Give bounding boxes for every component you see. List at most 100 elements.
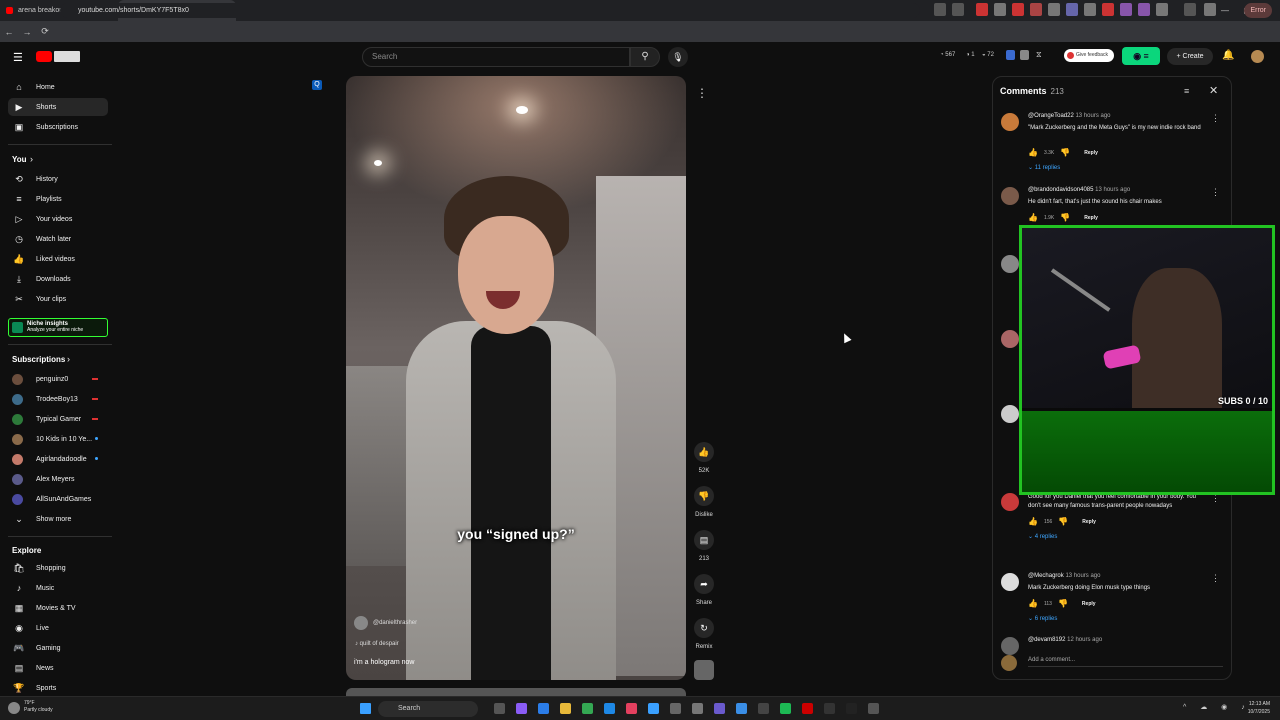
comment-author[interactable]: @devam8192 12 hours ago [1028, 637, 1102, 643]
extension-icon[interactable] [1020, 50, 1029, 60]
comment-more-icon[interactable]: ⋮ [1211, 187, 1220, 198]
sidebar-item[interactable]: 👍 Liked videos [8, 250, 108, 268]
thumbs-up-icon[interactable]: 👍 [1028, 213, 1038, 222]
youtube-logo-icon[interactable] [36, 51, 52, 62]
sidebar-item[interactable]: ▶ Shorts [8, 98, 108, 116]
reply-button[interactable]: Reply [1084, 215, 1098, 221]
commenter-avatar[interactable] [1001, 573, 1019, 591]
taskbar-search[interactable]: Search [378, 701, 478, 717]
comment-more-icon[interactable]: ⋮ [1211, 113, 1220, 124]
sidebar-item[interactable]: Typical Gamer [8, 410, 108, 428]
taskbar-app-icon[interactable] [714, 703, 725, 714]
comment-author[interactable]: @OrangeToad22 13 hours ago [1028, 113, 1111, 119]
extension-icon[interactable] [1048, 3, 1060, 16]
sidebar-item[interactable]: AllSunAndGames [8, 490, 108, 508]
taskbar-app-icon[interactable] [846, 703, 857, 714]
subscriptions-heading[interactable]: Subscriptions [12, 355, 65, 364]
taskbar-app-icon[interactable] [824, 703, 835, 714]
taskbar-app-icon[interactable] [494, 703, 505, 714]
taskbar-app-icon[interactable] [736, 703, 747, 714]
sidebar-item[interactable]: ▦ Movies & TV [8, 599, 108, 617]
sidebar-item[interactable]: ▷ Your videos [8, 210, 108, 228]
thumbs-down-icon[interactable]: 👎 [1058, 517, 1068, 526]
comment-more-icon[interactable]: ⋮ [1211, 573, 1220, 584]
thumbs-up-icon[interactable]: 👍 [1028, 599, 1038, 608]
create-button[interactable]: + Create [1167, 48, 1213, 65]
voice-search-button[interactable]: 🎙 [668, 47, 688, 67]
taskbar-app-icon[interactable] [868, 703, 879, 714]
extension-icon[interactable] [994, 3, 1006, 16]
extension-icon[interactable] [1006, 50, 1015, 60]
shorts-video-player[interactable]: you “signed up?” @danielthrasher ♪ quilt… [346, 76, 686, 680]
commenter-avatar[interactable] [1001, 493, 1019, 511]
reply-button[interactable]: Reply [1082, 601, 1096, 607]
user-avatar[interactable] [1251, 50, 1264, 63]
weather-widget[interactable]: 79°F Partly cloudy [8, 700, 53, 714]
add-comment-input[interactable]: Add a comment... [1028, 657, 1223, 667]
extension-icon[interactable] [1156, 3, 1168, 16]
extension-icon[interactable] [976, 3, 988, 16]
start-button-icon[interactable] [360, 703, 371, 714]
commenter-avatar[interactable] [1001, 187, 1019, 205]
taskbar-app-icon[interactable] [560, 703, 571, 714]
commenter-avatar[interactable] [1001, 113, 1019, 131]
sidebar-item[interactable]: ▤ News [8, 659, 108, 677]
you-heading[interactable]: You [12, 155, 27, 164]
channel-link[interactable]: @danielthrasher [354, 616, 417, 630]
thumbs-up-icon[interactable]: 👍 [1028, 517, 1038, 526]
minimize-button[interactable]: — [1214, 0, 1236, 21]
youtube-wordmark-logo[interactable] [54, 51, 80, 62]
taskbar-app-icon[interactable] [516, 703, 527, 714]
sidebar-item[interactable]: 🏆 Sports [8, 679, 108, 697]
remix-button[interactable]: ↻ Remix [694, 618, 714, 650]
extension-icon[interactable] [1066, 3, 1078, 16]
give-feedback-button[interactable]: Give feedback [1064, 49, 1114, 62]
thumbs-down-icon[interactable]: 👎 [1058, 599, 1068, 608]
sidebar-item[interactable]: Alex Meyers [8, 470, 108, 488]
extension-toolbar-button[interactable]: ◉ ≡ [1122, 47, 1160, 65]
taskbar-app-icon[interactable] [604, 703, 615, 714]
menu-icon[interactable]: ☰ [13, 51, 23, 64]
reload-icon[interactable]: ⟳ [36, 26, 54, 37]
notifications-bell-icon[interactable]: 🔔 [1222, 50, 1234, 61]
tools-icon[interactable]: ⧖ [1036, 50, 1042, 60]
next-short-preview[interactable] [346, 688, 686, 696]
taskbar-app-icon[interactable] [648, 703, 659, 714]
extension-icon[interactable] [1102, 3, 1114, 16]
extension-icon[interactable] [1012, 3, 1024, 16]
sidebar-item[interactable]: 🛍 Shopping [8, 559, 108, 577]
audio-track-thumbnail[interactable] [694, 660, 714, 680]
share-button[interactable]: ➦ Share [694, 574, 714, 606]
search-input[interactable]: Search [362, 47, 630, 67]
comment-author[interactable]: @Mechagrok 13 hours ago [1028, 573, 1100, 579]
profile-icon[interactable] [1204, 3, 1216, 16]
view-replies-button[interactable]: ⌄ 11 replies [1028, 164, 1060, 171]
extension-icon[interactable] [1138, 3, 1150, 16]
extension-icon[interactable] [1030, 3, 1042, 16]
sidebar-item[interactable]: Agirlandadoodle [8, 450, 108, 468]
forward-icon[interactable]: → [18, 27, 36, 37]
more-options-icon[interactable]: ⋮ [696, 86, 708, 100]
like-button[interactable]: 👍 52K [694, 442, 714, 474]
sort-comments-icon[interactable]: ≡ [1184, 86, 1189, 96]
show-more-button[interactable]: ⌄ Show more [8, 510, 108, 528]
sidebar-item[interactable]: ◷ Watch later [8, 230, 108, 248]
cast-icon[interactable] [934, 3, 946, 16]
taskbar-app-icon[interactable] [692, 703, 703, 714]
taskbar-app-icon[interactable] [538, 703, 549, 714]
commenter-avatar[interactable] [1001, 405, 1019, 423]
song-link[interactable]: ♪ quilt of despair [355, 641, 399, 647]
thumbs-down-icon[interactable]: 👎 [1060, 213, 1070, 222]
taskbar-app-icon[interactable] [582, 703, 593, 714]
sidebar-item[interactable]: ▣ Subscriptions [8, 118, 108, 136]
search-button[interactable]: ⚲ [630, 47, 660, 67]
close-comments-icon[interactable]: ✕ [1209, 84, 1218, 97]
taskbar-app-icon[interactable] [626, 703, 637, 714]
bookmark-star-icon[interactable] [952, 3, 964, 16]
taskbar-clock[interactable]: 12:13 AM 10/7/2025 [1248, 700, 1270, 716]
extension-icon[interactable] [1084, 3, 1096, 16]
niche-insights-widget[interactable]: Niche insights Analyze your entire niche [8, 318, 108, 337]
back-icon[interactable]: ← [0, 27, 18, 37]
sidebar-item[interactable]: TrodeeBoy13 [8, 390, 108, 408]
taskbar-app-icon[interactable] [758, 703, 769, 714]
